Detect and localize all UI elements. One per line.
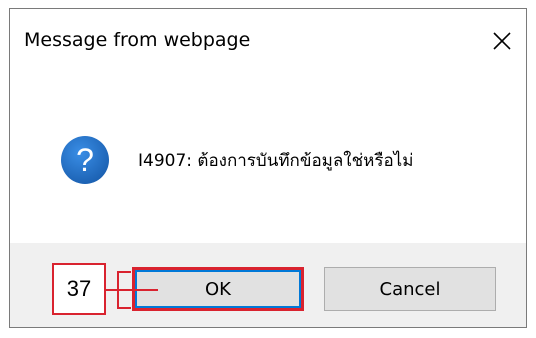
step-number-callout: 37 [52,263,106,315]
dialog-title: Message from webpage [24,29,251,51]
dialog-content: ? I4907: ต้องการบันทึกข้อมูลใช่หรือไม่ [10,75,526,243]
svg-text:?: ? [76,142,94,178]
cancel-button[interactable]: Cancel [324,267,496,311]
ok-button[interactable]: OK [132,267,304,311]
close-button[interactable] [484,23,520,59]
dialog-message: I4907: ต้องการบันทึกข้อมูลใช่หรือไม่ [138,151,414,171]
close-icon [493,32,511,50]
dialog-titlebar[interactable]: Message from webpage [10,9,526,75]
question-icon: ? [61,136,109,184]
